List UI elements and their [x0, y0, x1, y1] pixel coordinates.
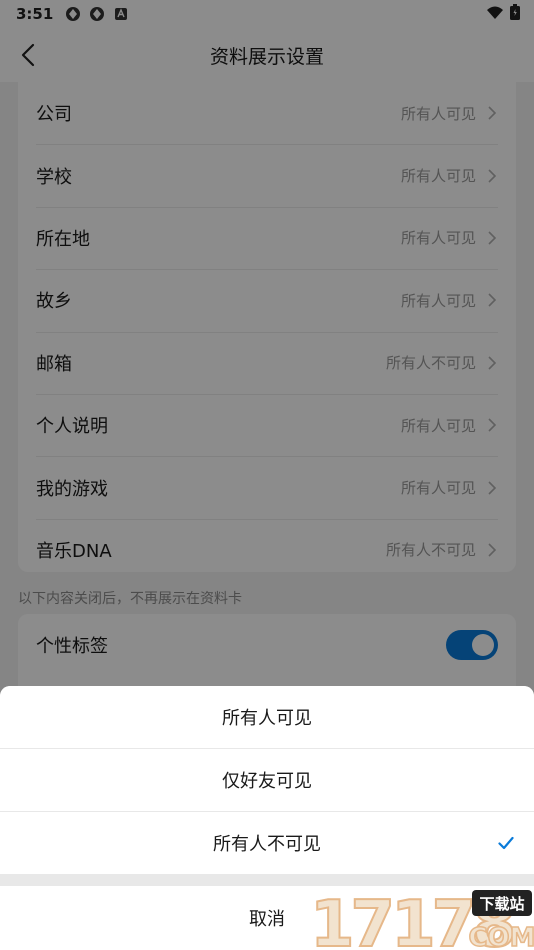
watermark-badge: 下载站 [479, 895, 524, 913]
option-everyone-visible[interactable]: 所有人可见 [0, 686, 534, 748]
cancel-label: 取消 [249, 909, 285, 930]
option-nobody-visible[interactable]: 所有人不可见 [0, 812, 534, 874]
option-friends-only[interactable]: 仅好友可见 [0, 749, 534, 811]
option-label: 仅好友可见 [222, 771, 312, 792]
option-label: 所有人可见 [222, 708, 312, 729]
checkmark-icon [498, 836, 514, 850]
watermark-logo: 17178 下载站 COM [310, 887, 534, 950]
watermark-domain: COM [468, 923, 534, 950]
option-label: 所有人不可见 [213, 834, 321, 855]
